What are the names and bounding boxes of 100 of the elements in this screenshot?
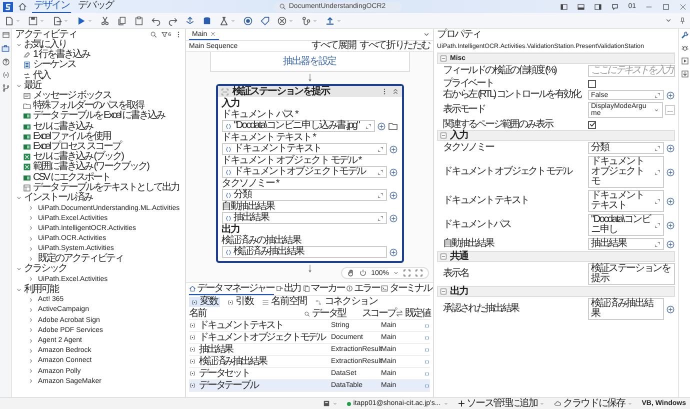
expression-field[interactable]: 分類 (588, 142, 664, 154)
toolbox-icon[interactable] (1, 44, 10, 53)
search-icon[interactable] (304, 310, 310, 316)
maximize-icon[interactable] (662, 2, 670, 10)
paste-icon[interactable] (134, 16, 144, 26)
undo-icon[interactable] (151, 16, 161, 26)
upload-icon[interactable] (325, 16, 335, 26)
wrench-icon[interactable] (680, 31, 688, 39)
new-file-icon[interactable] (4, 16, 14, 26)
caret-icon[interactable] (230, 18, 236, 24)
source-control-menu[interactable]: ソース管理に追加 (458, 398, 546, 408)
caret-icon[interactable] (312, 18, 318, 24)
category-header[interactable]: 入力 (437, 130, 675, 141)
expand-icon[interactable] (364, 122, 372, 130)
expression-field[interactable]: 抽出結果 (588, 238, 664, 250)
copy-icon[interactable] (117, 16, 127, 26)
tree-item[interactable]: Excel ファイルを使用 (12, 132, 185, 142)
tag-icon[interactable] (260, 16, 270, 26)
expression-icon[interactable] (424, 382, 430, 388)
expand-icon[interactable] (376, 214, 384, 222)
collapse-all-link[interactable]: すべて折りたたむ (360, 41, 430, 51)
checkbox[interactable] (588, 80, 596, 88)
add-icon[interactable] (388, 248, 398, 256)
expression-field[interactable]: 抽出結果 (222, 212, 386, 224)
expression-field[interactable]: ドキュメントオブジェクトモデル (222, 166, 386, 178)
tree-group[interactable]: 利用可能 (12, 284, 185, 295)
folder-icon[interactable] (388, 121, 398, 131)
tree-group[interactable]: 最近 (12, 80, 185, 91)
expression-field[interactable]: ドキュメントテキスト (588, 190, 664, 212)
panel-tab[interactable]: エラー (346, 283, 380, 295)
add-icon[interactable] (666, 196, 675, 206)
fullscreen-icon[interactable] (415, 269, 423, 277)
branch-icon[interactable] (2, 84, 10, 92)
debug-icon[interactable] (301, 16, 311, 26)
expression-field[interactable]: 検証済み抽出結果 (222, 246, 386, 258)
add-icon[interactable] (666, 304, 675, 314)
collapse-icon[interactable] (392, 88, 398, 95)
dropdown-icon[interactable] (423, 31, 430, 38)
variables-icon[interactable] (2, 71, 10, 79)
play-panel-icon[interactable] (680, 57, 688, 65)
caret-icon[interactable] (332, 400, 338, 406)
filter-icon[interactable] (161, 31, 168, 38)
tree-item[interactable]: シーケンス (12, 60, 185, 71)
tree-item[interactable]: 1 行を書き込み (12, 50, 185, 60)
expression-field[interactable]: ドキュメントテキスト (222, 143, 386, 155)
close-icon[interactable] (679, 2, 688, 10)
add-icon[interactable] (666, 240, 675, 248)
swap-icon[interactable] (396, 310, 403, 317)
sub-tab[interactable]: 変数 (189, 297, 220, 307)
expression-icon[interactable] (424, 346, 430, 352)
caret-icon[interactable] (15, 18, 21, 24)
feedback-icon[interactable] (611, 2, 620, 10)
record-icon[interactable] (243, 16, 253, 26)
expression-icon[interactable] (424, 334, 430, 340)
stop-icon[interactable] (277, 16, 287, 26)
activity-block[interactable]: 抽出器を設定 (210, 52, 410, 72)
expand-icon[interactable] (654, 240, 661, 248)
bug-icon[interactable] (680, 44, 688, 52)
output-field[interactable]: 検証済み抽出結果 (588, 298, 664, 320)
add-icon[interactable] (666, 220, 675, 230)
collapse-icon[interactable] (665, 17, 672, 24)
tree-item[interactable]: 既定のアクティビティ (12, 254, 185, 264)
panels-icon[interactable] (2, 31, 10, 39)
panel-tab[interactable]: 出力 (276, 283, 301, 295)
expression-icon[interactable] (424, 322, 430, 328)
expression-field[interactable]: ドキュメントオブジェクトモ (588, 156, 664, 188)
panel-tab[interactable]: データ マネージャー (189, 283, 274, 295)
panel-tab[interactable]: マーカー (302, 283, 344, 295)
add-icon[interactable] (666, 144, 675, 152)
expand-icon[interactable] (376, 192, 384, 198)
publish-icon[interactable] (185, 16, 195, 26)
expression-field[interactable]: "Docdata\コンビニ申し込み書.jpg" (222, 120, 374, 132)
category-header[interactable]: 共通 (437, 251, 675, 262)
expand-icon[interactable] (654, 198, 661, 204)
tree-item[interactable]: 代入 (12, 70, 185, 81)
add-icon[interactable] (388, 214, 398, 222)
tree-item[interactable]: データ テーブルを Excel に書き込み (12, 111, 185, 122)
caret-icon[interactable] (87, 18, 93, 24)
sub-tab[interactable]: コネクション (313, 297, 380, 307)
search-icon[interactable] (150, 31, 158, 38)
fit-icon[interactable] (403, 269, 411, 277)
expand-icon[interactable] (376, 146, 384, 152)
caret-icon[interactable] (63, 18, 69, 24)
help-icon[interactable] (2, 58, 10, 66)
tree-item[interactable]: データ テーブルをテキストとして出力 (12, 182, 185, 193)
sub-tab[interactable]: 引数 (224, 297, 256, 307)
export-icon[interactable] (52, 16, 62, 26)
expand-icon[interactable] (376, 168, 384, 176)
add-icon[interactable] (666, 168, 675, 176)
cloud-save-menu[interactable]: クラウドに保存 (554, 398, 633, 408)
redo-icon[interactable] (168, 16, 178, 26)
tab[interactable]: デバッグ (76, 0, 116, 13)
text-field[interactable]: 検証ステーションを提示 (588, 263, 675, 285)
expand-all-link[interactable]: すべて展開 (312, 41, 356, 51)
caret-icon[interactable] (288, 18, 294, 24)
tree-item[interactable]: 範囲に書き込み (ワークブック) (12, 162, 185, 172)
expand-icon[interactable] (654, 168, 661, 176)
tree-group[interactable]: インストール済み (12, 192, 185, 203)
archive-icon[interactable] (323, 400, 330, 407)
database-icon[interactable] (202, 16, 212, 26)
